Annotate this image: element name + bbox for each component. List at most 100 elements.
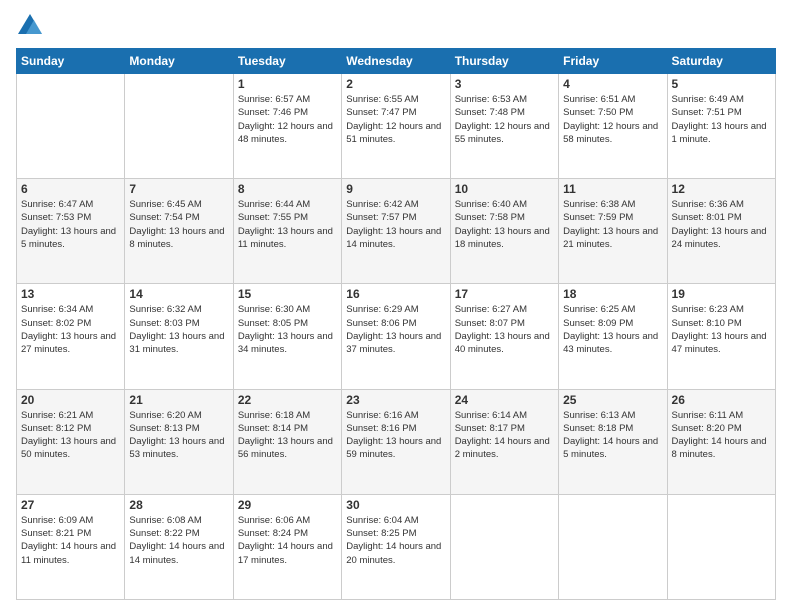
calendar-cell: 26 Sunrise: 6:11 AM Sunset: 8:20 PM Dayli… bbox=[667, 389, 775, 494]
day-number: 16 bbox=[346, 287, 445, 301]
week-row-4: 20 Sunrise: 6:21 AM Sunset: 8:12 PM Dayli… bbox=[17, 389, 776, 494]
day-info: Sunrise: 6:40 AM Sunset: 7:58 PM Dayligh… bbox=[455, 198, 554, 251]
week-row-2: 6 Sunrise: 6:47 AM Sunset: 7:53 PM Daylig… bbox=[17, 179, 776, 284]
calendar-cell: 11 Sunrise: 6:38 AM Sunset: 7:59 PM Dayli… bbox=[559, 179, 667, 284]
calendar-cell: 5 Sunrise: 6:49 AM Sunset: 7:51 PM Daylig… bbox=[667, 74, 775, 179]
header bbox=[16, 12, 776, 40]
col-tuesday: Tuesday bbox=[233, 49, 341, 74]
col-friday: Friday bbox=[559, 49, 667, 74]
day-number: 11 bbox=[563, 182, 662, 196]
day-info: Sunrise: 6:38 AM Sunset: 7:59 PM Dayligh… bbox=[563, 198, 662, 251]
calendar-cell: 21 Sunrise: 6:20 AM Sunset: 8:13 PM Dayli… bbox=[125, 389, 233, 494]
day-number: 20 bbox=[21, 393, 120, 407]
day-number: 28 bbox=[129, 498, 228, 512]
calendar-cell: 24 Sunrise: 6:14 AM Sunset: 8:17 PM Dayli… bbox=[450, 389, 558, 494]
day-info: Sunrise: 6:51 AM Sunset: 7:50 PM Dayligh… bbox=[563, 93, 662, 146]
calendar-cell: 27 Sunrise: 6:09 AM Sunset: 8:21 PM Dayli… bbox=[17, 494, 125, 599]
day-info: Sunrise: 6:57 AM Sunset: 7:46 PM Dayligh… bbox=[238, 93, 337, 146]
calendar-cell: 19 Sunrise: 6:23 AM Sunset: 8:10 PM Dayli… bbox=[667, 284, 775, 389]
day-info: Sunrise: 6:30 AM Sunset: 8:05 PM Dayligh… bbox=[238, 303, 337, 356]
day-info: Sunrise: 6:18 AM Sunset: 8:14 PM Dayligh… bbox=[238, 409, 337, 462]
calendar-cell: 2Sunrise: 6:55 AM Sunset: 7:47 PM Daylig… bbox=[342, 74, 450, 179]
day-number: 24 bbox=[455, 393, 554, 407]
calendar-cell: 29 Sunrise: 6:06 AM Sunset: 8:24 PM Dayli… bbox=[233, 494, 341, 599]
calendar-cell: 17 Sunrise: 6:27 AM Sunset: 8:07 PM Dayli… bbox=[450, 284, 558, 389]
calendar-cell: 1 Sunrise: 6:57 AM Sunset: 7:46 PM Daylig… bbox=[233, 74, 341, 179]
day-info: Sunrise: 6:53 AM Sunset: 7:48 PM Dayligh… bbox=[455, 93, 554, 146]
day-info: Sunrise: 6:11 AM Sunset: 8:20 PM Dayligh… bbox=[672, 409, 771, 462]
day-info: Sunrise: 6:16 AM Sunset: 8:16 PM Dayligh… bbox=[346, 409, 445, 462]
week-row-3: 13 Sunrise: 6:34 AM Sunset: 8:02 PM Dayli… bbox=[17, 284, 776, 389]
day-number: 23 bbox=[346, 393, 445, 407]
day-number: 25 bbox=[563, 393, 662, 407]
day-number: 1 bbox=[238, 77, 337, 91]
day-number: 12 bbox=[672, 182, 771, 196]
day-number: 18 bbox=[563, 287, 662, 301]
calendar-cell: 15 Sunrise: 6:30 AM Sunset: 8:05 PM Dayli… bbox=[233, 284, 341, 389]
day-number: 5 bbox=[672, 77, 771, 91]
calendar-cell: 30 Sunrise: 6:04 AM Sunset: 8:25 PM Dayli… bbox=[342, 494, 450, 599]
day-number: 3 bbox=[455, 77, 554, 91]
day-info: Sunrise: 6:23 AM Sunset: 8:10 PM Dayligh… bbox=[672, 303, 771, 356]
day-info: Sunrise: 6:49 AM Sunset: 7:51 PM Dayligh… bbox=[672, 93, 771, 146]
day-info: Sunrise: 6:29 AM Sunset: 8:06 PM Dayligh… bbox=[346, 303, 445, 356]
calendar-cell: 8 Sunrise: 6:44 AM Sunset: 7:55 PM Daylig… bbox=[233, 179, 341, 284]
day-number: 7 bbox=[129, 182, 228, 196]
day-info: Sunrise: 6:27 AM Sunset: 8:07 PM Dayligh… bbox=[455, 303, 554, 356]
day-number: 22 bbox=[238, 393, 337, 407]
col-wednesday: Wednesday bbox=[342, 49, 450, 74]
day-number: 15 bbox=[238, 287, 337, 301]
day-info: Sunrise: 6:06 AM Sunset: 8:24 PM Dayligh… bbox=[238, 514, 337, 567]
day-number: 17 bbox=[455, 287, 554, 301]
calendar-cell: 28Sunrise: 6:08 AM Sunset: 8:22 PM Dayli… bbox=[125, 494, 233, 599]
week-row-1: 1 Sunrise: 6:57 AM Sunset: 7:46 PM Daylig… bbox=[17, 74, 776, 179]
calendar-cell: 7 Sunrise: 6:45 AM Sunset: 7:54 PM Daylig… bbox=[125, 179, 233, 284]
calendar-cell: 23 Sunrise: 6:16 AM Sunset: 8:16 PM Dayli… bbox=[342, 389, 450, 494]
day-info: Sunrise: 6:34 AM Sunset: 8:02 PM Dayligh… bbox=[21, 303, 120, 356]
day-number: 21 bbox=[129, 393, 228, 407]
weekday-header-row: Sunday Monday Tuesday Wednesday Thursday… bbox=[17, 49, 776, 74]
logo bbox=[16, 12, 48, 40]
calendar-cell: 20 Sunrise: 6:21 AM Sunset: 8:12 PM Dayli… bbox=[17, 389, 125, 494]
day-info: Sunrise: 6:45 AM Sunset: 7:54 PM Dayligh… bbox=[129, 198, 228, 251]
day-info: Sunrise: 6:09 AM Sunset: 8:21 PM Dayligh… bbox=[21, 514, 120, 567]
day-number: 8 bbox=[238, 182, 337, 196]
day-info: Sunrise: 6:13 AM Sunset: 8:18 PM Dayligh… bbox=[563, 409, 662, 462]
day-info: Sunrise: 6:55 AM Sunset: 7:47 PM Dayligh… bbox=[346, 93, 445, 146]
calendar-cell: 13 Sunrise: 6:34 AM Sunset: 8:02 PM Dayli… bbox=[17, 284, 125, 389]
calendar-cell: 3 Sunrise: 6:53 AM Sunset: 7:48 PM Daylig… bbox=[450, 74, 558, 179]
week-row-5: 27 Sunrise: 6:09 AM Sunset: 8:21 PM Dayli… bbox=[17, 494, 776, 599]
col-thursday: Thursday bbox=[450, 49, 558, 74]
day-info: Sunrise: 6:36 AM Sunset: 8:01 PM Dayligh… bbox=[672, 198, 771, 251]
day-info: Sunrise: 6:21 AM Sunset: 8:12 PM Dayligh… bbox=[21, 409, 120, 462]
calendar-cell bbox=[450, 494, 558, 599]
day-number: 19 bbox=[672, 287, 771, 301]
day-info: Sunrise: 6:20 AM Sunset: 8:13 PM Dayligh… bbox=[129, 409, 228, 462]
day-number: 6 bbox=[21, 182, 120, 196]
calendar-cell: 18 Sunrise: 6:25 AM Sunset: 8:09 PM Dayli… bbox=[559, 284, 667, 389]
day-number: 29 bbox=[238, 498, 337, 512]
calendar-cell bbox=[125, 74, 233, 179]
calendar-cell: 6 Sunrise: 6:47 AM Sunset: 7:53 PM Daylig… bbox=[17, 179, 125, 284]
col-monday: Monday bbox=[125, 49, 233, 74]
day-number: 27 bbox=[21, 498, 120, 512]
calendar-cell: 4 Sunrise: 6:51 AM Sunset: 7:50 PM Daylig… bbox=[559, 74, 667, 179]
day-info: Sunrise: 6:25 AM Sunset: 8:09 PM Dayligh… bbox=[563, 303, 662, 356]
day-info: Sunrise: 6:44 AM Sunset: 7:55 PM Dayligh… bbox=[238, 198, 337, 251]
day-number: 13 bbox=[21, 287, 120, 301]
day-number: 10 bbox=[455, 182, 554, 196]
day-info: Sunrise: 6:14 AM Sunset: 8:17 PM Dayligh… bbox=[455, 409, 554, 462]
day-info: Sunrise: 6:32 AM Sunset: 8:03 PM Dayligh… bbox=[129, 303, 228, 356]
day-info: Sunrise: 6:47 AM Sunset: 7:53 PM Dayligh… bbox=[21, 198, 120, 251]
day-info: Sunrise: 6:42 AM Sunset: 7:57 PM Dayligh… bbox=[346, 198, 445, 251]
day-number: 4 bbox=[563, 77, 662, 91]
calendar-cell: 14Sunrise: 6:32 AM Sunset: 8:03 PM Dayli… bbox=[125, 284, 233, 389]
logo-icon bbox=[16, 12, 44, 40]
calendar-cell bbox=[17, 74, 125, 179]
day-info: Sunrise: 6:04 AM Sunset: 8:25 PM Dayligh… bbox=[346, 514, 445, 567]
day-number: 26 bbox=[672, 393, 771, 407]
day-number: 9 bbox=[346, 182, 445, 196]
calendar-table: Sunday Monday Tuesday Wednesday Thursday… bbox=[16, 48, 776, 600]
col-saturday: Saturday bbox=[667, 49, 775, 74]
day-number: 30 bbox=[346, 498, 445, 512]
